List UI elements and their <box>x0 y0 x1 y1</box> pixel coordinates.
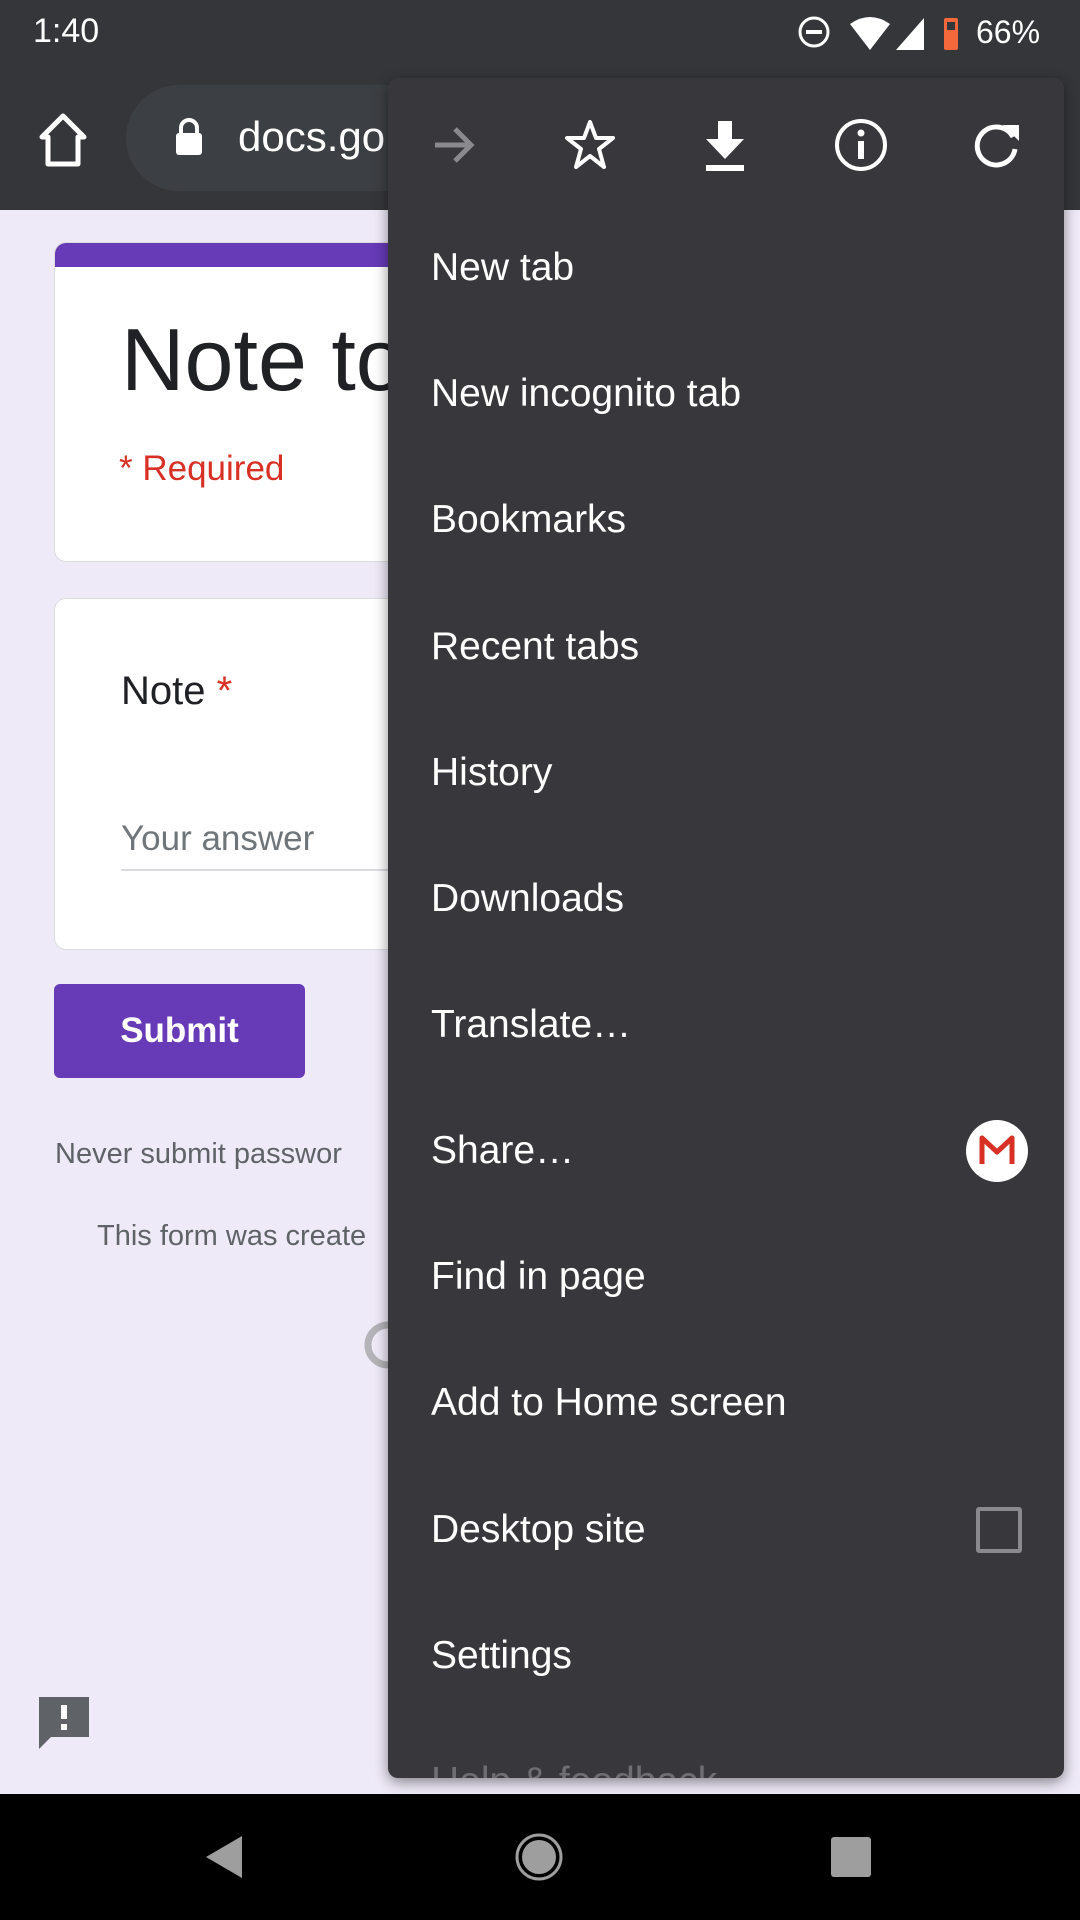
menu-item-label: Share… <box>431 1129 575 1172</box>
feedback-icon[interactable] <box>37 1695 91 1751</box>
menu-item-recent-tabs[interactable]: Recent tabs <box>431 584 1064 710</box>
home-icon[interactable] <box>38 112 88 168</box>
menu-item-desktop-site[interactable]: Desktop site <box>431 1467 1064 1593</box>
menu-item-history[interactable]: History <box>431 710 1064 836</box>
gmail-icon[interactable] <box>966 1120 1028 1182</box>
menu-item-settings[interactable]: Settings <box>431 1593 1064 1719</box>
menu-item-label: New incognito tab <box>431 372 742 415</box>
back-icon[interactable] <box>204 1834 244 1880</box>
menu-item-add-to-home-screen[interactable]: Add to Home screen <box>431 1340 1064 1466</box>
form-title: Note to <box>121 310 405 409</box>
created-note: This form was create <box>97 1220 367 1252</box>
required-note: * Required <box>119 449 285 488</box>
download-icon[interactable] <box>690 110 760 180</box>
menu-item-label: Downloads <box>431 877 624 920</box>
menu-item-find-in-page[interactable]: Find in page <box>431 1214 1064 1340</box>
system-nav-bar <box>0 1794 1080 1920</box>
reload-icon[interactable] <box>962 110 1032 180</box>
menu-item-downloads[interactable]: Downloads <box>431 836 1064 962</box>
dnd-icon <box>798 16 830 48</box>
submit-button[interactable]: Submit <box>54 984 305 1078</box>
menu-item-bookmarks[interactable]: Bookmarks <box>431 457 1064 583</box>
menu-item-help-feedback[interactable]: Help & feedback <box>431 1719 1064 1778</box>
status-bar: 1:40 66% <box>0 0 1080 72</box>
question-label: Note * <box>121 669 233 713</box>
menu-item-label: Help & feedback <box>431 1760 717 1778</box>
clock: 1:40 <box>33 12 100 50</box>
menu-item-new-incognito-tab[interactable]: New incognito tab <box>431 331 1064 457</box>
url-text: docs.go <box>238 113 386 160</box>
battery-icon <box>944 18 958 50</box>
signal-icon <box>896 18 924 50</box>
menu-item-new-tab[interactable]: New tab <box>431 205 1064 331</box>
forward-icon[interactable] <box>419 110 489 180</box>
menu-item-label: Add to Home screen <box>431 1381 787 1424</box>
menu-item-label: New tab <box>431 246 575 289</box>
menu-item-translate[interactable]: Translate… <box>431 962 1064 1088</box>
desktop-site-checkbox[interactable] <box>976 1507 1022 1553</box>
menu-item-share[interactable]: Share… <box>431 1088 1064 1214</box>
bookmark-star-icon[interactable] <box>555 110 625 180</box>
menu-item-label: History <box>431 751 553 794</box>
browser-overflow-menu: New tab New incognito tab Bookmarks Rece… <box>388 78 1064 1778</box>
lock-icon <box>176 118 202 155</box>
menu-item-label: Find in page <box>431 1255 646 1298</box>
info-icon[interactable] <box>826 110 896 180</box>
battery-percent: 66% <box>976 14 1041 50</box>
password-warning: Never submit passwor <box>55 1138 342 1170</box>
menu-item-label: Bookmarks <box>431 498 627 541</box>
menu-item-label: Desktop site <box>431 1508 646 1551</box>
home-nav-icon[interactable] <box>514 1832 564 1882</box>
menu-item-label: Recent tabs <box>431 625 640 668</box>
recents-icon[interactable] <box>830 1836 872 1878</box>
wifi-icon <box>850 17 890 50</box>
required-star: * <box>216 669 233 713</box>
menu-item-label: Translate… <box>431 1003 632 1046</box>
menu-item-label: Settings <box>431 1634 572 1677</box>
